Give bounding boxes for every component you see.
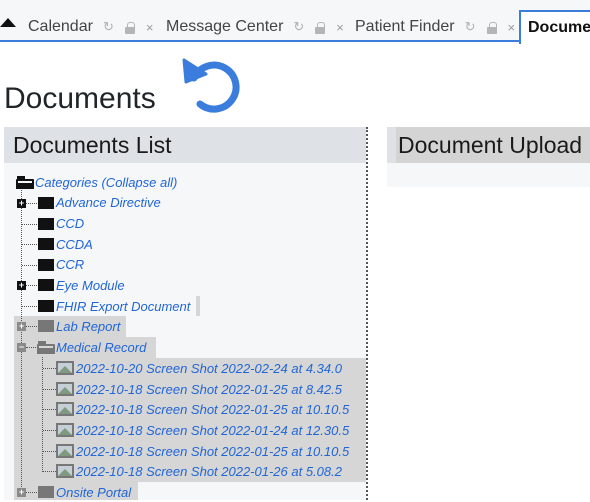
folder-icon [38,279,54,291]
image-file-icon [56,423,74,437]
document-file[interactable]: 2022-10-18 Screen Shot 2022-01-24 at 12.… [76,420,366,440]
tab-patient-finder[interactable]: Patient Finder ↻ × [355,12,515,42]
category-fhir-export-document[interactable]: FHIR Export Document [56,296,190,316]
image-file-icon [56,444,74,458]
lock-icon[interactable] [486,21,497,34]
category-link[interactable]: Onsite Portal [56,485,131,500]
folder-icon [38,320,54,332]
folder-open-icon [16,176,34,189]
document-file[interactable]: 2022-10-18 Screen Shot 2022-01-25 at 10.… [76,441,366,461]
folder-open-icon [37,341,55,354]
expand-icon[interactable]: + [17,322,26,331]
category-link[interactable]: Lab Report [56,319,120,334]
lock-icon[interactable] [124,21,135,34]
image-file-icon [56,464,74,478]
highlight [196,296,200,316]
refresh-icon[interactable]: ↻ [293,19,304,35]
category-link[interactable]: CCDA [56,237,93,252]
document-file[interactable]: 2022-10-18 Screen Shot 2022-01-26 at 5.0… [76,461,366,481]
document-file[interactable]: 2022-10-20 Screen Shot 2022-02-24 at 4.3… [76,358,366,378]
category-ccda[interactable]: CCDA [56,234,93,254]
close-icon[interactable]: × [508,20,516,35]
tab-documents[interactable]: Documents [519,10,590,44]
image-file-icon [56,402,74,416]
file-link[interactable]: 2022-10-18 Screen Shot 2022-01-25 at 10.… [76,402,349,417]
refresh-icon[interactable]: ↻ [103,19,114,35]
category-lab-report[interactable]: Lab Report [56,316,120,336]
tab-bar: Calendar ↻ × Message Center ↻ × Patient … [0,0,590,44]
folder-icon [38,197,54,209]
category-link[interactable]: Eye Module [56,278,125,293]
file-link[interactable]: 2022-10-18 Screen Shot 2022-01-25 at 8.4… [76,382,342,397]
category-eye-module[interactable]: Eye Module [56,275,125,295]
document-upload-header: Document Upload [396,127,590,163]
document-file[interactable]: 2022-10-18 Screen Shot 2022-01-25 at 10.… [76,399,366,419]
category-medical-record[interactable]: Medical Record [56,337,146,357]
category-link[interactable]: CCD [56,216,84,231]
image-file-icon [56,361,74,375]
category-ccd[interactable]: CCD [56,213,84,233]
documents-list-header: Documents List [4,127,366,163]
page-title: Documents [4,82,156,115]
expand-icon[interactable]: + [17,488,26,497]
collapse-tabs-icon[interactable] [0,18,16,27]
panel-resize-handle[interactable] [366,127,368,500]
file-link[interactable]: 2022-10-18 Screen Shot 2022-01-25 at 10.… [76,444,349,459]
category-link[interactable]: CCR [56,257,84,272]
tab-label: Message Center [166,18,284,35]
lock-icon[interactable] [315,21,326,34]
collapse-icon[interactable]: − [17,343,26,352]
collapse-all-link[interactable]: Categories (Collapse all) [35,175,177,190]
folder-icon [38,300,54,312]
category-link[interactable]: Medical Record [56,340,146,355]
refresh-icon[interactable] [178,56,242,116]
document-upload-panel: Document Upload [387,127,590,187]
expand-icon[interactable]: + [17,199,26,208]
category-onsite-portal[interactable]: Onsite Portal [56,482,131,502]
refresh-icon[interactable]: ↻ [465,19,476,35]
close-icon[interactable]: × [146,20,154,35]
category-ccr[interactable]: CCR [56,254,84,274]
category-link[interactable]: FHIR Export Document [56,299,190,314]
document-file[interactable]: 2022-10-18 Screen Shot 2022-01-25 at 8.4… [76,379,366,399]
category-advance-directive[interactable]: Advance Directive [56,192,161,212]
tab-label: Patient Finder [355,18,455,35]
category-link[interactable]: Advance Directive [56,195,161,210]
file-link[interactable]: 2022-10-18 Screen Shot 2022-01-24 at 12.… [76,423,349,438]
file-link[interactable]: 2022-10-20 Screen Shot 2022-02-24 at 4.3… [76,361,342,376]
file-link[interactable]: 2022-10-18 Screen Shot 2022-01-26 at 5.0… [76,464,342,479]
expand-icon[interactable]: + [17,281,26,290]
folder-icon [38,486,54,498]
tree-root[interactable]: Categories (Collapse all) [35,172,177,192]
image-file-icon [56,382,74,396]
folder-icon [38,238,54,250]
tab-calendar[interactable]: Calendar ↻ × [28,12,153,42]
folder-icon [38,259,54,271]
tab-label: Calendar [28,18,93,35]
folder-icon [38,218,54,230]
tab-message-center[interactable]: Message Center ↻ × [166,12,344,42]
tab-label: Documents [528,19,590,36]
close-icon[interactable]: × [336,20,344,35]
